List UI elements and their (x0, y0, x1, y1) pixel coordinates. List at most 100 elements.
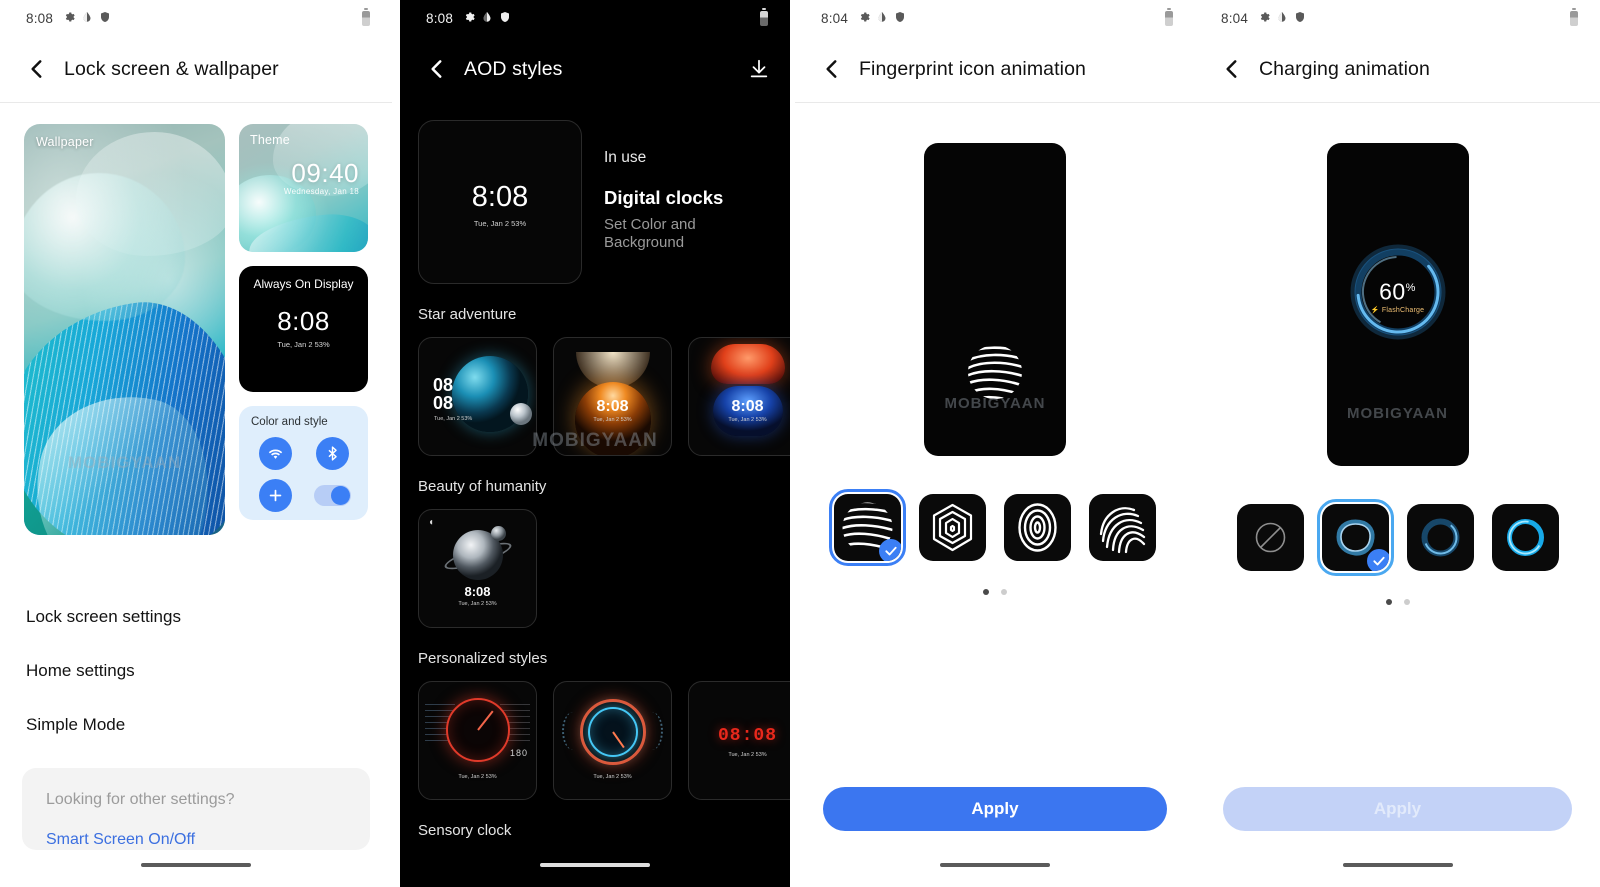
shield-icon (1294, 11, 1306, 26)
theme-card-date: Wednesday, Jan 18 (283, 187, 359, 196)
theme-card[interactable]: Theme 09:40 Wednesday, Jan 18 (239, 124, 368, 252)
in-use-subtitle[interactable]: Set Color and Background (604, 216, 730, 252)
section-title-sensory-clock: Sensory clock (418, 822, 512, 839)
search-placeholder[interactable]: Looking for other settings? (46, 791, 346, 809)
aod-thumb-star-1[interactable]: 08 08 Tue, Jan 2 53% (418, 337, 537, 456)
section-title-star-adventure: Star adventure (418, 306, 517, 323)
fingerprint-style-options (795, 456, 1195, 566)
settings-row-lock-screen[interactable]: Lock screen settings (26, 573, 366, 627)
back-button[interactable] (424, 56, 450, 82)
apply-button[interactable]: Apply (823, 787, 1167, 831)
droplet-icon (876, 11, 888, 26)
wifi-icon (258, 437, 292, 470)
in-use-preview-time: 8:08 (471, 181, 529, 213)
plus-icon (258, 479, 292, 512)
swirl-globe-print-icon (963, 340, 1027, 404)
moon-art-small (491, 526, 506, 541)
wallpaper-card[interactable]: Wallpaper MOBIGYAAN (24, 124, 225, 535)
aod-thumb-time-line1: 08 (433, 375, 454, 395)
home-indicator[interactable] (1342, 863, 1453, 867)
page-title: Fingerprint icon animation (859, 57, 1086, 80)
status-icons (463, 11, 511, 26)
bluetooth-icon (315, 437, 349, 470)
aod-thumb-time: 8:08 (464, 584, 491, 599)
fingerprint-option-oval-loop-print[interactable] (1004, 494, 1071, 561)
section-title-beauty-of-humanity: Beauty of humanity (418, 478, 547, 495)
aod-thumb-time: 08:08 (717, 726, 777, 746)
watermark: MOBIGYAAN (1347, 405, 1448, 422)
back-button[interactable] (819, 56, 845, 82)
status-clock: 8:08 (26, 10, 54, 26)
pager-dot[interactable] (1403, 599, 1410, 605)
aod-thumb-date: Tue, Jan 2 53% (434, 416, 473, 422)
fingerprint-option-hex-layers-print[interactable] (919, 494, 986, 561)
panel-fingerprint-icon-animation: 8:04 Fingerprint icon animation MOBIGYAA… (795, 0, 1195, 887)
color-style-tiles (251, 437, 356, 512)
status-bar: 8:08 (0, 0, 392, 36)
home-indicator[interactable] (141, 863, 251, 867)
pager-dot-active[interactable] (1385, 599, 1392, 605)
aod-thumb-star-3[interactable]: 8:08 Tue, Jan 2 53% (688, 337, 790, 456)
charging-percent-value: 60 (1379, 278, 1406, 305)
aod-thumb-personal-2[interactable]: Tue, Jan 2 53% (553, 681, 672, 800)
pager-dot-active[interactable] (983, 589, 989, 595)
settings-row-home[interactable]: Home settings (26, 627, 366, 681)
fingerprint-option-classic-fingerprint[interactable] (1089, 494, 1156, 561)
aod-thumb-beauty-1[interactable]: ◖ 8:08 Tue, Jan 2 53% (418, 509, 537, 628)
aod-thumb-personal-1[interactable]: 180 Tue, Jan 2 53% (418, 681, 537, 800)
preview-area: MOBIGYAAN (795, 103, 1195, 456)
fingerprint-option-swirl-globe-print[interactable] (829, 489, 906, 566)
page-title: Charging animation (1259, 57, 1430, 80)
search-suggestion-card[interactable]: Looking for other settings? Smart Screen… (22, 768, 370, 850)
charging-option-none-disabled[interactable] (1236, 504, 1304, 571)
app-bar: AOD styles (400, 36, 790, 102)
aod-thumb-time-line2: 08 (433, 393, 454, 413)
aod-thumb-star-2[interactable]: 8:08 Tue, Jan 2 53% (553, 337, 672, 456)
aod-card-time: 8:08 (277, 306, 330, 336)
apply-button[interactable]: Apply (1223, 787, 1572, 831)
preview-cards-grid: Wallpaper MOBIGYAAN Theme 09:40 Wednesda… (0, 103, 392, 535)
apply-area: Apply (1195, 787, 1600, 831)
in-use-preview[interactable]: 8:08 Tue, Jan 2 53% (418, 120, 582, 284)
wallpaper-card-label: Wallpaper (36, 135, 94, 149)
always-on-display-card[interactable]: Always On Display 8:08 Tue, Jan 2 53% (239, 266, 368, 392)
pager-dot[interactable] (1001, 589, 1007, 595)
panel-charging-animation: 8:04 Charging animation 60% ⚡ FlashCharg… (1195, 0, 1600, 887)
search-suggestion-link[interactable]: Smart Screen On/Off (46, 831, 346, 849)
back-button[interactable] (1219, 56, 1245, 82)
charging-option-blue-glow-ring[interactable] (1406, 504, 1474, 571)
color-style-label: Color and style (251, 416, 328, 428)
charging-percent-symbol: % (1405, 281, 1416, 294)
home-indicator[interactable] (540, 863, 650, 867)
check-icon (879, 539, 901, 561)
settings-row-simple-mode[interactable]: Simple Mode (26, 681, 366, 735)
thumb-row-beauty-of-humanity: ◖ 8:08 Tue, Jan 2 53% (400, 495, 790, 628)
fingerprint-preview-phone: MOBIGYAAN (924, 143, 1066, 456)
color-and-style-card[interactable]: Color and style (239, 406, 368, 520)
charging-option-cyan-bright-ring[interactable] (1491, 504, 1559, 571)
battery-icon (760, 8, 768, 26)
in-use-section: 8:08 Tue, Jan 2 53% In use Digital clock… (400, 102, 790, 284)
thumb-row-star-adventure: 08 08 Tue, Jan 2 53% 8:08 Tue, Jan 2 53%… (400, 323, 790, 456)
aod-thumb-date: Tue, Jan 2 53% (458, 601, 497, 607)
download-icon[interactable] (748, 58, 770, 80)
aod-thumb-personal-3[interactable]: 08:08 Tue, Jan 2 53% (688, 681, 790, 800)
status-clock: 8:08 (426, 10, 454, 26)
aod-card-label: Always On Display (253, 277, 354, 291)
charging-option-blue-smoke-ring[interactable] (1316, 499, 1394, 576)
app-bar: Lock screen & wallpaper (0, 36, 392, 102)
droplet-icon (81, 11, 93, 26)
section-title-personalized-styles: Personalized styles (418, 650, 548, 667)
aod-thumb-marker: 180 (509, 748, 528, 758)
preview-right-column: Theme 09:40 Wednesday, Jan 18 Always On … (239, 124, 368, 535)
home-indicator[interactable] (940, 863, 1050, 867)
toggle-switch (313, 485, 351, 506)
app-bar: Charging animation (1195, 36, 1600, 102)
shield-icon (99, 11, 111, 26)
settings-list: Lock screen settings Home settings Simpl… (0, 573, 392, 735)
status-icons (1258, 11, 1306, 26)
charging-preview-phone: 60% ⚡ FlashCharge MOBIGYAAN (1326, 143, 1469, 466)
back-button[interactable] (24, 56, 50, 82)
aod-thumb-date: Tue, Jan 2 53% (593, 417, 632, 423)
aod-thumb-date: Tue, Jan 2 53% (728, 752, 767, 758)
